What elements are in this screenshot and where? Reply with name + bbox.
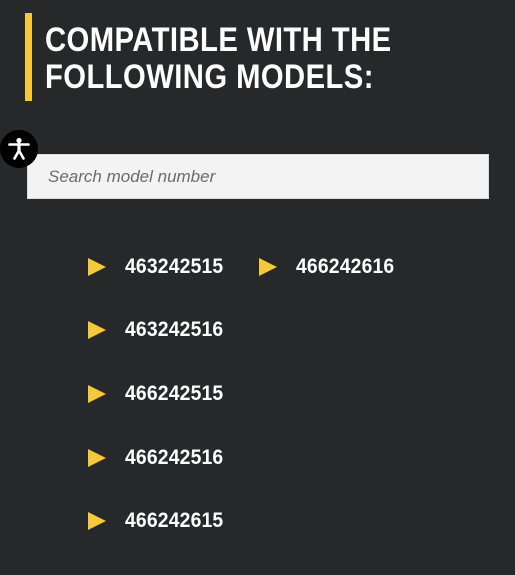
triangle-right-icon <box>88 258 106 276</box>
model-number: 466242616 <box>296 255 395 278</box>
model-number: 463242516 <box>125 318 224 341</box>
model-item-463242516[interactable]: 463242516 <box>88 318 232 342</box>
model-number: 466242615 <box>125 509 224 532</box>
triangle-right-icon <box>88 385 106 403</box>
model-item-466242615[interactable]: 466242615 <box>88 509 232 533</box>
triangle-right-icon <box>88 512 106 530</box>
model-number: 466242516 <box>125 446 224 469</box>
model-number: 463242515 <box>125 255 224 278</box>
page-title-line-2: FOLLOWING MODELS: <box>45 58 374 96</box>
model-item-466242616[interactable]: 466242616 <box>259 255 403 279</box>
page-title: COMPATIBLE WITH THE FOLLOWING MODELS: <box>45 22 392 96</box>
search-model-input[interactable] <box>27 154 489 199</box>
model-number: 466242515 <box>125 382 224 405</box>
model-item-466242516[interactable]: 466242516 <box>88 446 232 470</box>
triangle-right-icon <box>259 258 277 276</box>
model-item-466242515[interactable]: 466242515 <box>88 382 232 406</box>
accessibility-person-icon <box>0 130 38 168</box>
triangle-right-icon <box>88 321 106 339</box>
heading-accent-bar <box>25 13 32 101</box>
model-item-463242515[interactable]: 463242515 <box>88 255 232 279</box>
accessibility-button[interactable] <box>0 130 38 168</box>
triangle-right-icon <box>88 449 106 467</box>
page-title-line-1: COMPATIBLE WITH THE <box>45 21 392 59</box>
